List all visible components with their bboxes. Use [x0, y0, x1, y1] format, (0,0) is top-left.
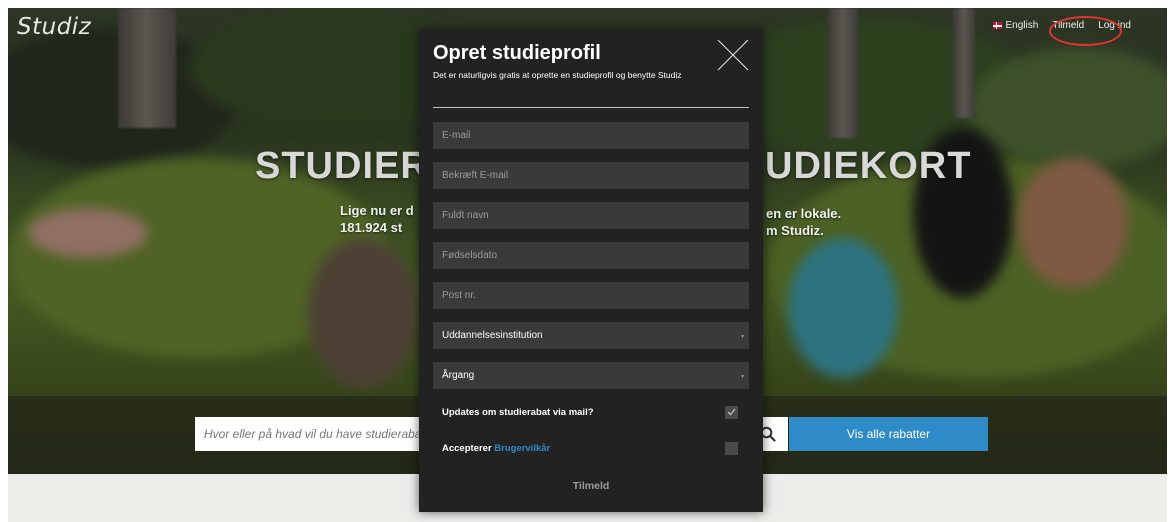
- terms-link[interactable]: Brugervilkår: [494, 443, 550, 454]
- studiz-logo[interactable]: Studiz: [17, 14, 91, 40]
- signup-submit-button[interactable]: Tilmeld: [433, 476, 749, 496]
- modal-title: Opret studieprofil: [433, 42, 601, 64]
- hero-subline-right-2: m Studiz.: [766, 223, 824, 238]
- email-field[interactable]: [433, 122, 749, 149]
- modal-subtitle: Det er naturligvis gratis at oprette en …: [433, 70, 682, 80]
- hero-subline-right-1: en er lokale.: [766, 206, 842, 221]
- institution-select-value: Uddannelsesinstitution: [442, 330, 543, 341]
- signup-modal: Opret studieprofil Det er naturligvis gr…: [419, 30, 763, 512]
- close-button[interactable]: [716, 38, 750, 72]
- checkmark-icon: [727, 408, 736, 416]
- modal-divider: [433, 107, 749, 108]
- postal-code-field[interactable]: [433, 282, 749, 309]
- show-all-discounts-button[interactable]: Vis alle rabatter: [789, 417, 988, 451]
- language-label: English: [1005, 20, 1039, 31]
- hero-headline-right: UDIEKORT: [765, 145, 972, 187]
- updates-option: Updates om studierabat via mail?: [442, 404, 738, 420]
- chevron-down-icon: ▼: [740, 374, 745, 380]
- danish-flag-icon: [992, 22, 1002, 29]
- signup-link[interactable]: Tilmeld: [1052, 20, 1084, 31]
- birthdate-field[interactable]: [433, 242, 749, 269]
- institution-select[interactable]: Uddannelsesinstitution ▼: [433, 322, 749, 349]
- terms-checkbox[interactable]: [725, 441, 738, 455]
- terms-option: Accepterer Brugervilkår: [442, 440, 738, 456]
- language-switch[interactable]: English: [992, 20, 1039, 31]
- login-link[interactable]: Log ind: [1098, 20, 1131, 31]
- hero-subline-left-1: Lige nu er d: [340, 203, 414, 218]
- confirm-email-field[interactable]: [433, 162, 749, 189]
- updates-label: Updates om studierabat via mail?: [442, 406, 594, 418]
- hero-subline-left-2: 181.924 st: [340, 220, 403, 235]
- year-select-value: Årgang: [442, 370, 475, 381]
- updates-checkbox[interactable]: [725, 405, 738, 419]
- chevron-down-icon: ▼: [740, 334, 745, 340]
- full-name-field[interactable]: [433, 202, 749, 229]
- year-select[interactable]: Årgang ▼: [433, 362, 749, 389]
- terms-label: Accepterer Brugervilkår: [442, 443, 550, 454]
- close-icon: [717, 39, 749, 71]
- accept-text: Accepterer: [442, 442, 495, 454]
- top-navigation: English Tilmeld Log ind: [992, 20, 1131, 31]
